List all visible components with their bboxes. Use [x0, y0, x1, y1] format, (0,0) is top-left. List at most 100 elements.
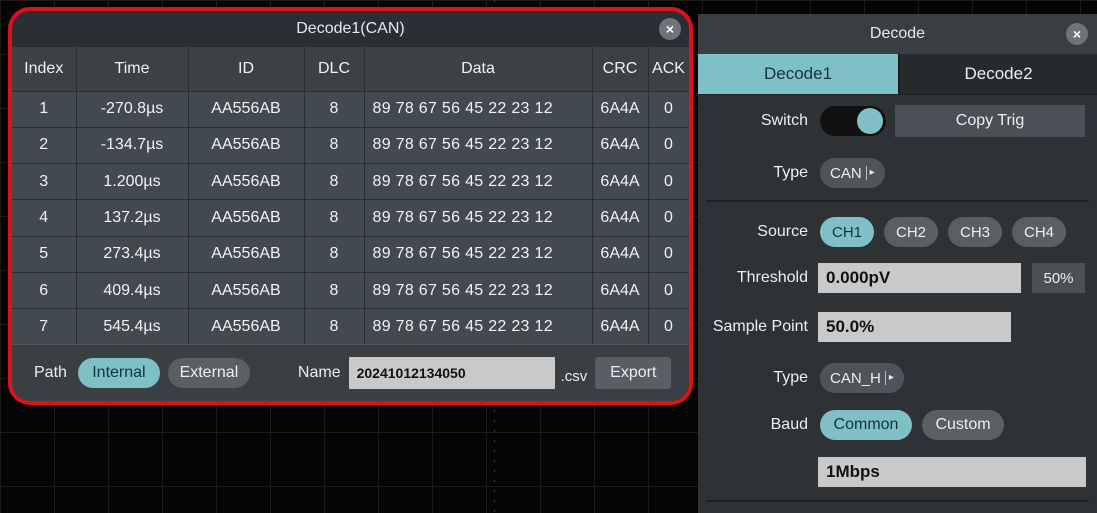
- section-divider: [706, 200, 1089, 202]
- column-header-index[interactable]: Index: [12, 47, 77, 92]
- cell-crc: 6A4A: [592, 199, 649, 237]
- close-icon[interactable]: ×: [659, 18, 681, 40]
- cell-data: 89 78 67 56 45 22 23 12: [364, 199, 593, 237]
- panel-title: Decode: [869, 25, 926, 42]
- cell-dlc: 8: [304, 91, 365, 128]
- cell-dlc: 8: [304, 163, 365, 201]
- source-label: Source: [757, 223, 808, 240]
- source-ch2-button[interactable]: CH2: [884, 217, 938, 247]
- source-ch3-button[interactable]: CH3: [948, 217, 1002, 247]
- decode-tabs: Decode1 Decode2: [698, 54, 1097, 95]
- cell-crc: 6A4A: [592, 127, 649, 165]
- cell-crc: 6A4A: [592, 308, 649, 346]
- cell-index: 2: [12, 127, 77, 165]
- protocol-type-dropdown[interactable]: CAN ▸: [820, 158, 885, 188]
- cell-ack: 0: [648, 308, 689, 346]
- cell-crc: 6A4A: [592, 236, 649, 273]
- cell-dlc: 8: [304, 127, 365, 165]
- cell-data: 89 78 67 56 45 22 23 12: [364, 163, 593, 201]
- cell-ack: 0: [648, 91, 689, 128]
- cell-id: AA556AB: [188, 127, 305, 165]
- cell-ack: 0: [648, 272, 689, 310]
- cell-id: AA556AB: [188, 236, 305, 273]
- cell-id: AA556AB: [188, 163, 305, 201]
- name-label: Name: [297, 364, 341, 381]
- cell-crc: 6A4A: [592, 272, 649, 310]
- column-header-data[interactable]: Data: [364, 47, 593, 92]
- cell-index: 5: [12, 236, 77, 273]
- table-row[interactable]: 6 409.4µs AA556AB 8 89 78 67 56 45 22 23…: [12, 272, 689, 310]
- baud-value-row: 1Mbps: [818, 456, 1086, 488]
- cell-time: 545.4µs: [76, 308, 189, 346]
- path-external-button[interactable]: External: [167, 358, 250, 388]
- sample-point-input[interactable]: 50.0%: [818, 312, 1011, 342]
- baud-row: Baud Common Custom: [698, 408, 1097, 442]
- switch-label: Switch: [760, 112, 808, 129]
- sample-point-row: Sample Point 50.0%: [698, 311, 1097, 343]
- protocol-type-value: CAN: [830, 164, 862, 182]
- cell-data: 89 78 67 56 45 22 23 12: [364, 272, 593, 310]
- threshold-row: Threshold 0.000pV 50%: [698, 262, 1097, 294]
- threshold-50-percent-button[interactable]: 50%: [1032, 263, 1085, 293]
- cell-data: 89 78 67 56 45 22 23 12: [364, 236, 593, 273]
- table-title: Decode1(CAN): [296, 20, 405, 37]
- tab-decode1[interactable]: Decode1: [698, 54, 898, 94]
- source-ch1-button[interactable]: CH1: [820, 217, 874, 247]
- section-divider: [706, 500, 1089, 502]
- type-label: Type: [773, 164, 808, 181]
- cell-id: AA556AB: [188, 91, 305, 128]
- path-internal-button[interactable]: Internal: [77, 358, 160, 388]
- cell-data: 89 78 67 56 45 22 23 12: [364, 308, 593, 346]
- cell-dlc: 8: [304, 199, 365, 237]
- table-row[interactable]: 5 273.4µs AA556AB 8 89 78 67 56 45 22 23…: [12, 236, 689, 273]
- table-row[interactable]: 7 545.4µs AA556AB 8 89 78 67 56 45 22 23…: [12, 308, 689, 346]
- cell-time: 273.4µs: [76, 236, 189, 273]
- source-ch4-button[interactable]: CH4: [1012, 217, 1066, 247]
- threshold-input[interactable]: 0.000pV: [818, 263, 1021, 293]
- cell-crc: 6A4A: [592, 91, 649, 128]
- cell-ack: 0: [648, 199, 689, 237]
- column-header-id[interactable]: ID: [188, 47, 305, 92]
- table-row[interactable]: 2 -134.7µs AA556AB 8 89 78 67 56 45 22 2…: [12, 127, 689, 165]
- copy-trig-button[interactable]: Copy Trig: [895, 105, 1085, 137]
- path-label: Path: [34, 364, 67, 381]
- baud-common-button[interactable]: Common: [820, 410, 912, 440]
- cell-ack: 0: [648, 163, 689, 201]
- table-row[interactable]: 1 -270.8µs AA556AB 8 89 78 67 56 45 22 2…: [12, 91, 689, 128]
- baud-rate-select[interactable]: 1Mbps: [818, 457, 1086, 487]
- dropdown-arrow-icon: ▸: [884, 371, 894, 385]
- toggle-knob: [857, 108, 883, 134]
- column-header-crc[interactable]: CRC: [592, 47, 649, 92]
- sample-point-label: Sample Point: [712, 318, 808, 335]
- export-button[interactable]: Export: [595, 357, 672, 389]
- tab-decode2[interactable]: Decode2: [898, 54, 1097, 94]
- column-header-dlc[interactable]: DLC: [304, 47, 365, 92]
- table-row[interactable]: 3 1.200µs AA556AB 8 89 78 67 56 45 22 23…: [12, 163, 689, 201]
- column-header-ack[interactable]: ACK: [648, 47, 689, 92]
- table-title-bar[interactable]: Decode1(CAN) ×: [12, 11, 689, 47]
- decode-switch-toggle[interactable]: [820, 106, 886, 136]
- close-icon[interactable]: ×: [1066, 23, 1088, 45]
- signal-type-row: Type CAN_H ▸: [698, 361, 1097, 395]
- cell-time: -270.8µs: [76, 91, 189, 128]
- cell-time: -134.7µs: [76, 127, 189, 165]
- decode-table-window: Decode1(CAN) × Index Time ID DLC Data CR…: [8, 7, 693, 405]
- baud-custom-button[interactable]: Custom: [922, 410, 1004, 440]
- switch-row: Switch Copy Trig: [698, 103, 1097, 139]
- signal-type-dropdown[interactable]: CAN_H ▸: [820, 363, 904, 393]
- filename-input[interactable]: 20241012134050: [348, 357, 555, 389]
- file-extension: .csv: [560, 367, 588, 385]
- cell-index: 6: [12, 272, 77, 310]
- cell-id: AA556AB: [188, 199, 305, 237]
- signal-type-label: Type: [773, 369, 808, 386]
- cell-data: 89 78 67 56 45 22 23 12: [364, 127, 593, 165]
- threshold-label: Threshold: [736, 269, 808, 286]
- type-row: Type CAN ▸: [698, 156, 1097, 190]
- cell-index: 4: [12, 199, 77, 237]
- signal-type-value: CAN_H: [830, 369, 881, 387]
- cell-index: 3: [12, 163, 77, 201]
- column-header-time[interactable]: Time: [76, 47, 189, 92]
- decode-settings-panel: Decode × Decode1 Decode2 Switch Copy Tri…: [698, 14, 1097, 513]
- cell-time: 409.4µs: [76, 272, 189, 310]
- table-row[interactable]: 4 137.2µs AA556AB 8 89 78 67 56 45 22 23…: [12, 199, 689, 237]
